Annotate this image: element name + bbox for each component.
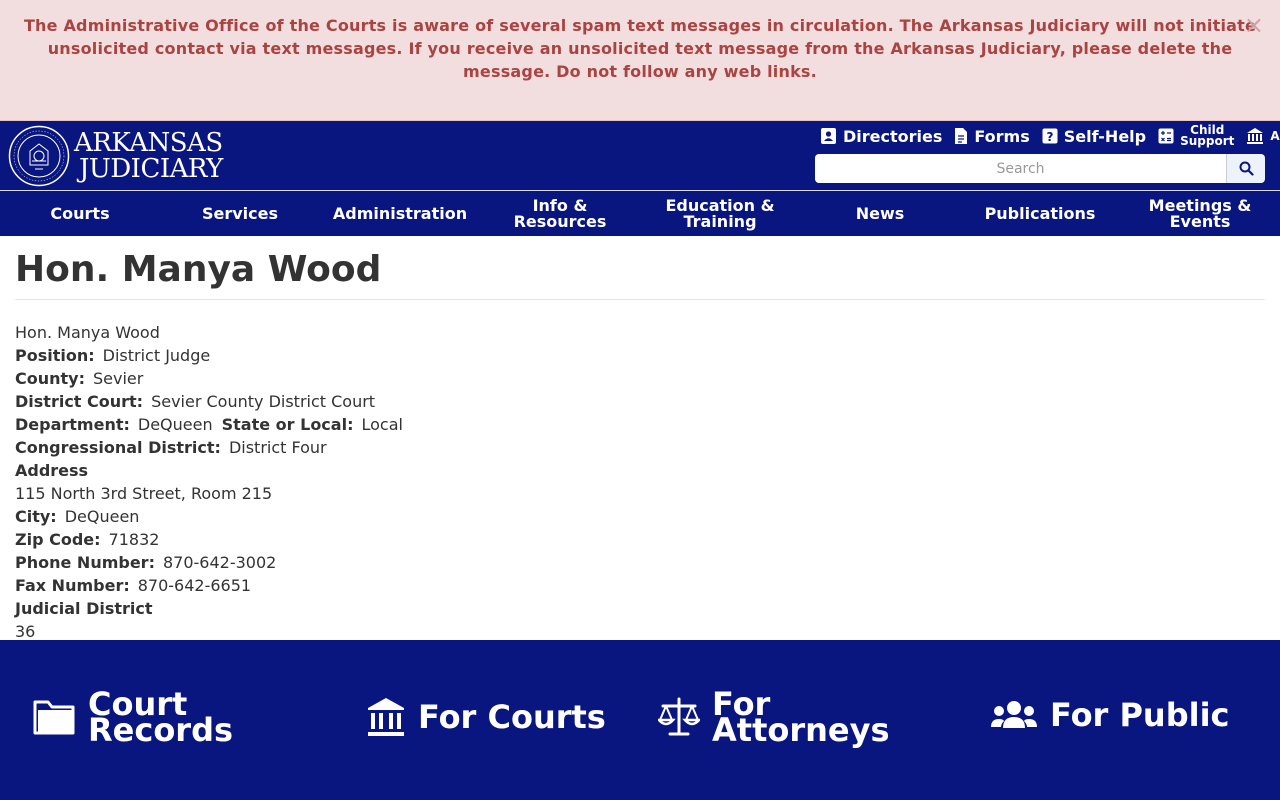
title-divider xyxy=(15,299,1265,300)
fax-value: 870-642-6651 xyxy=(137,576,252,595)
question-icon: ? xyxy=(1042,128,1058,144)
for-courts-label: For Courts xyxy=(418,698,606,736)
search-icon xyxy=(1239,161,1254,176)
congressional-row: Congressional District: District Four xyxy=(15,436,1265,459)
for-attorneys-link[interactable]: For Attorneys xyxy=(658,688,890,749)
nav-publications[interactable]: Publications xyxy=(960,191,1120,236)
address-label: Address xyxy=(15,461,89,480)
scales-icon xyxy=(658,697,700,736)
county-label: County: xyxy=(15,369,85,388)
site-header: ARKANSAS JUDICIARY Directories Forms ? S… xyxy=(0,121,1280,236)
main-content: Hon. Manya Wood Hon. Manya Wood Position… xyxy=(15,236,1265,643)
state-local-value: Local xyxy=(361,415,403,434)
quick-links-footer: Court Records For Courts For Attorneys F… xyxy=(0,640,1280,800)
phone-label: Phone Number: xyxy=(15,553,155,572)
state-seal-icon xyxy=(8,125,70,187)
city-value: DeQueen xyxy=(64,507,140,526)
logo-line-2: JUDICIARY xyxy=(79,154,223,184)
judge-name: Hon. Manya Wood xyxy=(15,323,160,342)
main-nav: Courts Services Administration Info & Re… xyxy=(0,191,1280,236)
folder-icon xyxy=(33,700,75,735)
forms-link[interactable]: Forms xyxy=(954,127,1030,146)
child-support-link[interactable]: Child Support xyxy=(1158,124,1234,147)
svg-text:?: ? xyxy=(1046,130,1053,144)
zip-row: Zip Code: 71832 xyxy=(15,528,1265,551)
nav-meetings-events[interactable]: Meetings & Events xyxy=(1120,191,1280,236)
congressional-value: District Four xyxy=(228,438,327,457)
city-row: City: DeQueen xyxy=(15,505,1265,528)
court-records-link[interactable]: Court Records xyxy=(32,688,234,749)
district-court-row: District Court: Sevier County District Co… xyxy=(15,390,1265,413)
phone-row: Phone Number: 870-642-3002 xyxy=(15,551,1265,574)
logo-line-1: ARKANSAS xyxy=(74,128,223,158)
search-button[interactable] xyxy=(1226,154,1265,183)
site-logo[interactable]: ARKANSAS JUDICIARY xyxy=(8,125,223,187)
for-public-label: For Public xyxy=(1050,696,1230,734)
close-icon[interactable]: × xyxy=(1244,12,1264,38)
search-input[interactable] xyxy=(815,154,1226,183)
calculator-icon xyxy=(1158,128,1174,144)
spam-alert-banner: The Administrative Office of the Courts … xyxy=(0,0,1280,121)
position-label: Position: xyxy=(15,346,95,365)
directories-link[interactable]: Directories xyxy=(820,127,942,146)
nav-news[interactable]: News xyxy=(800,191,960,236)
for-courts-link[interactable]: For Courts xyxy=(366,696,606,738)
users-icon xyxy=(991,701,1037,728)
district-court-value: Sevier County District Court xyxy=(151,392,376,411)
state-local-label: State or Local: xyxy=(221,415,354,434)
zip-value: 71832 xyxy=(108,530,160,549)
address-book-icon xyxy=(821,128,836,144)
zip-label: Zip Code: xyxy=(15,530,101,549)
judicial-district-label: Judicial District xyxy=(15,599,153,618)
nav-courts[interactable]: Courts xyxy=(0,191,160,236)
county-value: Sevier xyxy=(93,369,144,388)
document-icon xyxy=(955,128,968,144)
fax-row: Fax Number: 870-642-6651 xyxy=(15,574,1265,597)
position-row: Position: District Judge xyxy=(15,344,1265,367)
nav-services[interactable]: Services xyxy=(160,191,320,236)
fax-label: Fax Number: xyxy=(15,576,130,595)
district-court-label: District Court: xyxy=(15,392,144,411)
utility-links: Directories Forms ? Self-Help Child Supp xyxy=(820,124,1280,147)
position-value: District Judge xyxy=(102,346,211,365)
courthouse-icon xyxy=(1247,128,1264,144)
department-label: Department: xyxy=(15,415,130,434)
address-value: 115 North 3rd Street, Room 215 xyxy=(15,484,273,503)
search-bar xyxy=(815,154,1265,183)
nav-info-resources[interactable]: Info & Resources xyxy=(480,191,640,236)
page-title: Hon. Manya Wood xyxy=(15,249,382,290)
for-public-link[interactable]: For Public xyxy=(990,696,1230,734)
department-row: Department: DeQueen State or Local: Local xyxy=(15,413,1265,436)
department-value: DeQueen xyxy=(137,415,213,434)
more-link[interactable]: A xyxy=(1246,127,1280,145)
city-label: City: xyxy=(15,507,57,526)
alert-message: The Administrative Office of the Courts … xyxy=(23,16,1257,81)
judge-details: Hon. Manya Wood Position: District Judge … xyxy=(15,321,1265,643)
nav-education-training[interactable]: Education & Training xyxy=(640,191,800,236)
county-row: County: Sevier xyxy=(15,367,1265,390)
for-attorneys-line-2: Attorneys xyxy=(712,711,890,749)
nav-administration[interactable]: Administration xyxy=(320,191,480,236)
phone-value: 870-642-3002 xyxy=(162,553,277,572)
courthouse-icon xyxy=(368,698,404,736)
self-help-link[interactable]: ? Self-Help xyxy=(1042,127,1146,146)
congressional-label: Congressional District: xyxy=(15,438,221,457)
court-records-line-2: Records xyxy=(88,711,234,749)
